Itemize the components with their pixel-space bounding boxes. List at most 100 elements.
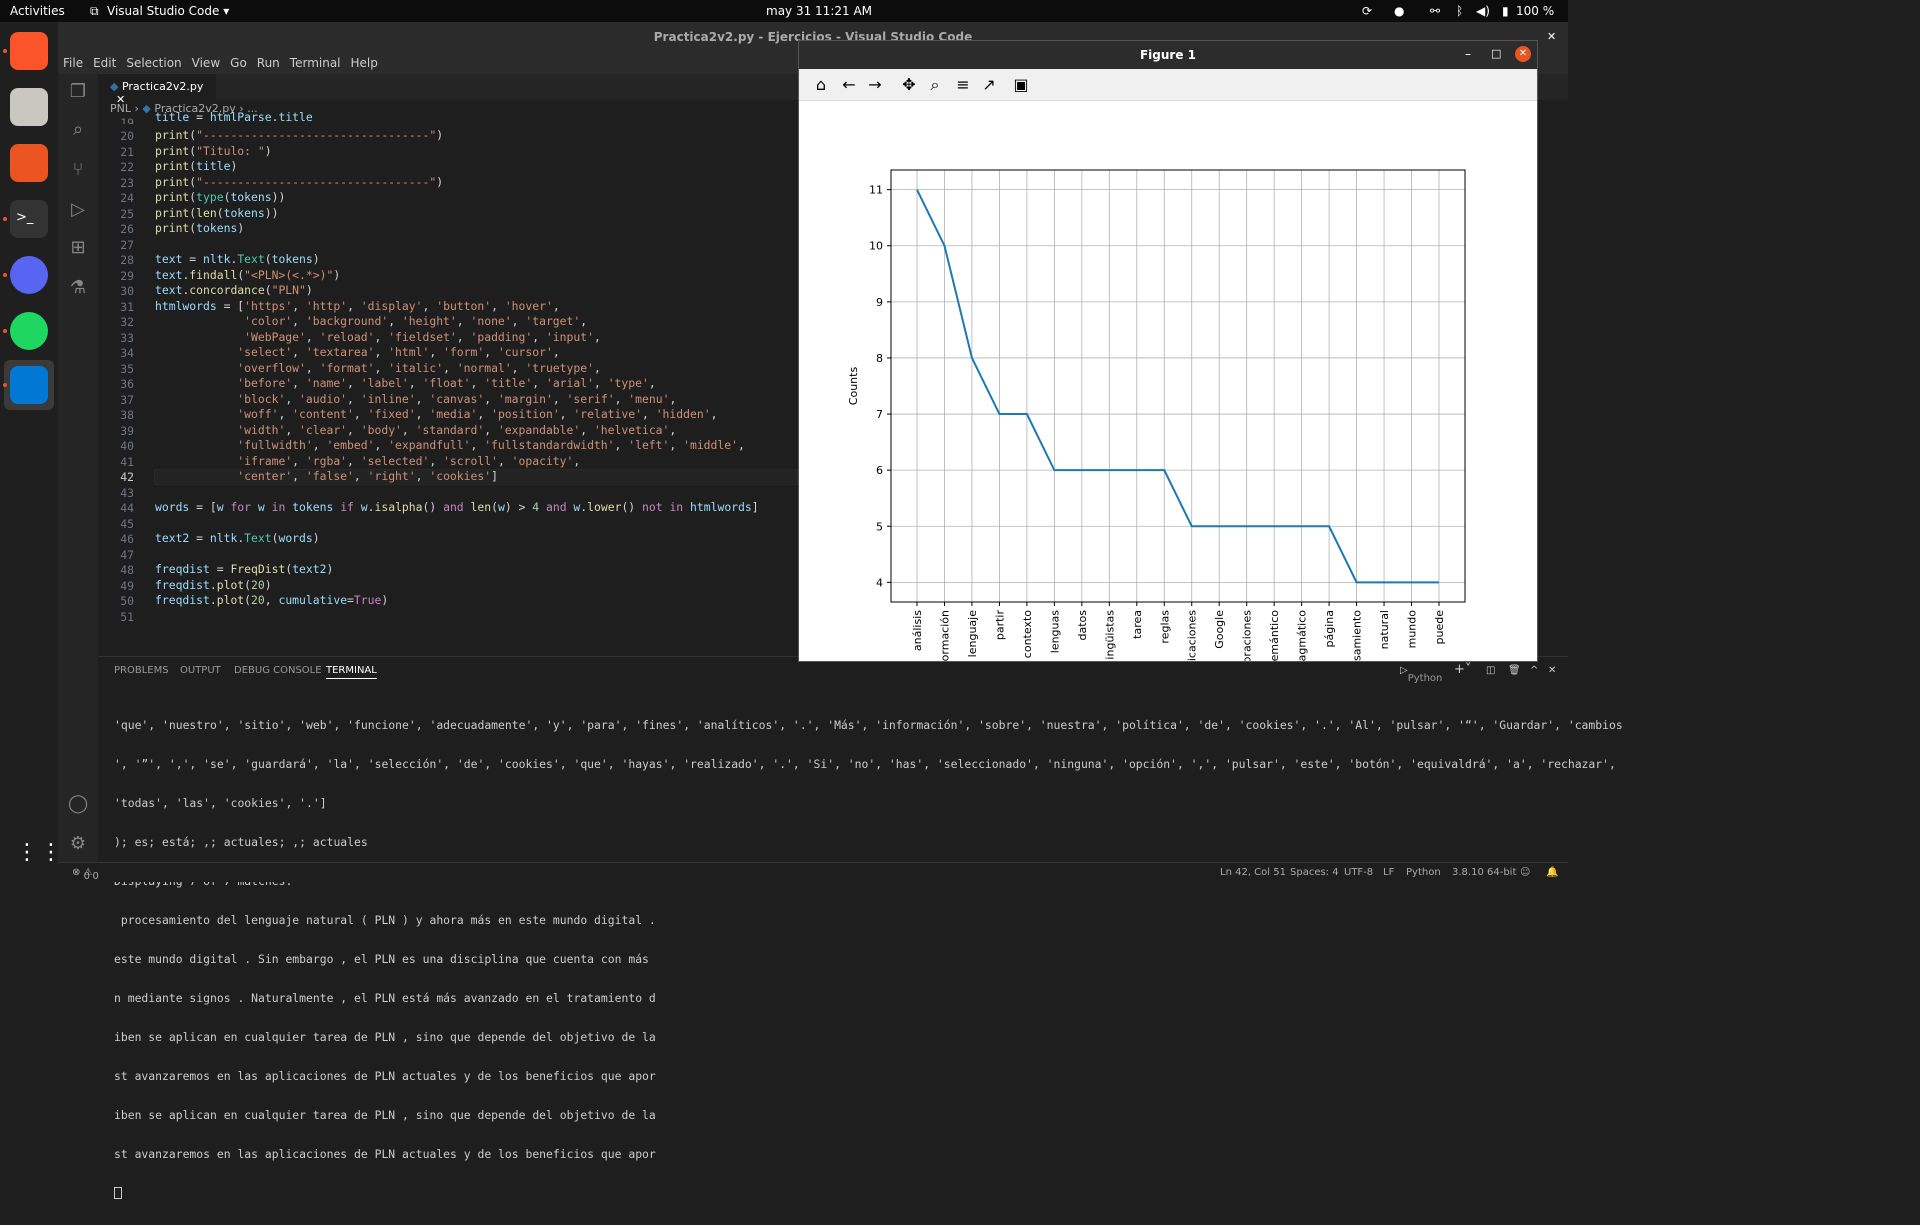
zoom-icon[interactable]: ⌕ [925, 75, 945, 95]
activities-button[interactable]: Activities [10, 4, 65, 18]
configure-subplots-icon[interactable]: ≡ [953, 75, 973, 95]
close-panel-icon[interactable]: ✕ [1548, 665, 1556, 676]
app-menu[interactable]: Visual Studio Code ▾ [107, 4, 229, 18]
bottom-panel: PROBLEMS OUTPUT DEBUG CONSOLE TERMINAL ▷… [98, 656, 1623, 1199]
x-tick-label: reglas [1158, 610, 1171, 644]
encoding[interactable]: UTF-8 [1344, 867, 1373, 878]
breadcrumb-folder[interactable]: PNL [110, 102, 131, 115]
terminal-icon[interactable]: >_ [10, 200, 48, 238]
code-editor[interactable]: 19 title = htmlParse.title 20 print("---… [98, 110, 798, 654]
battery-icon[interactable]: ▮ [1502, 4, 1509, 18]
code-line: title = htmlParse.title [155, 110, 313, 124]
clock[interactable]: may 31 11:21 AM [766, 4, 872, 18]
code-line: 'fullwidth', 'embed', 'expandfull', 'ful… [237, 438, 745, 452]
terminal-line: 'todas', 'las', 'cookies', '.'] [114, 796, 327, 810]
menu-file[interactable]: File [58, 52, 88, 70]
line-number: 25 [120, 207, 134, 221]
menu-view[interactable]: View [187, 52, 225, 70]
extensions-icon[interactable]: ⊞ [68, 238, 88, 258]
indentation[interactable]: Spaces: 4 [1290, 867, 1339, 878]
discord-icon[interactable] [10, 256, 48, 294]
code-line: htmlwords = ['https', 'http', 'display',… [155, 299, 560, 313]
terminal-line: n mediante signos . Naturalmente , el PL… [114, 991, 656, 1005]
split-terminal-icon[interactable]: ◫ [1486, 665, 1495, 676]
network-icon[interactable]: ⚯ [1430, 4, 1440, 18]
settings-gear-icon[interactable]: ⚙ [68, 834, 88, 854]
tab-practica2v2[interactable]: ◆ Practica2v2.py ✕ [98, 74, 216, 106]
search-icon[interactable]: ⌕ [68, 120, 88, 140]
line-number: 45 [120, 517, 134, 531]
save-icon[interactable]: ▣ [1011, 75, 1031, 95]
terminal-line: st avanzaremos en las aplicaciones de PL… [114, 1147, 656, 1161]
spotify-icon[interactable] [10, 312, 48, 350]
running-indicator [3, 273, 7, 277]
code-line: text = nltk.Text(tokens) [155, 252, 320, 266]
x-tick-label: oraciones [1241, 610, 1254, 661]
app-center-icon[interactable] [10, 144, 48, 182]
menu-terminal[interactable]: Terminal [285, 52, 346, 70]
error-count: 0 [83, 871, 90, 882]
maximize-panel-icon[interactable]: ^ [1530, 665, 1538, 676]
x-tick-label: datos [1076, 610, 1089, 641]
discord-tray-icon[interactable]: ● [1394, 4, 1404, 18]
terminal-line: iben se aplican en cualquier tarea de PL… [114, 1030, 656, 1044]
menu-edit[interactable]: Edit [88, 52, 121, 70]
source-control-icon[interactable]: ⑂ [68, 160, 88, 180]
run-debug-icon[interactable]: ▷ [68, 200, 88, 220]
explorer-icon[interactable]: ❐ [68, 82, 88, 102]
activity-bar: ❐ ⌕ ⑂ ▷ ⊞ ⚗ ◯ ⚙ [58, 74, 98, 862]
close-figure-icon[interactable]: ✕ [1515, 46, 1531, 62]
files-icon[interactable] [10, 88, 48, 126]
status-bar: ⊗ 0 ⚠ 0 Ln 42, Col 51 Spaces: 4 UTF-8 LF… [58, 862, 1568, 882]
menu-go[interactable]: Go [225, 52, 252, 70]
menu-selection[interactable]: Selection [121, 52, 186, 70]
bluetooth-icon[interactable]: ᛒ [1456, 4, 1463, 18]
y-tick-label: 6 [876, 464, 883, 477]
line-ending[interactable]: LF [1383, 867, 1394, 878]
frequency-plot[interactable]: 4 5 6 7 8 9 10 11 análisis ormación lenguaje parti… [799, 101, 1537, 661]
testing-icon[interactable]: ⚗ [68, 278, 88, 298]
python-interpreter[interactable]: 3.8.10 64-bit [1452, 867, 1516, 878]
vscode-icon[interactable] [10, 366, 48, 404]
language-mode[interactable]: Python [1406, 867, 1441, 878]
code-line: print(len(tokens)) [155, 206, 279, 220]
problems-status[interactable]: ⊗ 0 ⚠ 0 [72, 867, 99, 882]
terminal-shell-label[interactable]: ▷ Python [1400, 665, 1442, 684]
series-line [916, 189, 1439, 584]
x-tick-label: Google [1213, 610, 1226, 649]
back-arrow-icon[interactable]: ← [839, 75, 859, 95]
new-terminal-icon[interactable]: +˅ [1454, 662, 1471, 677]
line-number: 51 [120, 610, 134, 624]
code-line: 'color', 'background', 'height', 'none',… [244, 314, 588, 328]
notifications-icon[interactable]: 🔔 [1546, 867, 1558, 878]
home-icon[interactable]: ⌂ [811, 75, 831, 95]
terminal-output[interactable]: 'que', 'nuestro', 'sitio', 'web', 'funci… [114, 693, 1623, 1225]
dock: >_ ⋮⋮⋮ [0, 22, 86, 882]
trash-icon[interactable]: 🗑 [1508, 665, 1521, 676]
x-tick-label: lenguas [1048, 610, 1061, 653]
menu-help[interactable]: Help [346, 52, 383, 70]
maximize-icon[interactable]: □ [1491, 47, 1501, 60]
tab-problems[interactable]: PROBLEMS [114, 665, 169, 676]
tab-debug-console[interactable]: DEBUG CONSOLE [234, 665, 322, 676]
tab-output[interactable]: OUTPUT [180, 665, 221, 676]
edit-axis-icon[interactable]: ↗ [979, 75, 999, 95]
sync-icon[interactable]: ⟳ [1362, 4, 1372, 18]
accounts-icon[interactable]: ◯ [68, 794, 88, 814]
feedback-icon[interactable]: ☺ [1520, 867, 1530, 878]
line-number: 49 [120, 579, 134, 593]
code-line: print("---------------------------------… [155, 128, 444, 142]
line-number: 22 [120, 160, 134, 174]
line-number: 20 [120, 129, 134, 143]
pan-icon[interactable]: ✥ [899, 75, 919, 95]
brave-browser-icon[interactable] [10, 32, 48, 70]
line-number: 47 [120, 548, 134, 562]
volume-icon[interactable]: ◀) [1476, 4, 1490, 18]
close-window-icon[interactable]: ✕ [1547, 30, 1556, 43]
minimize-icon[interactable]: – [1465, 47, 1471, 61]
line-number: 30 [120, 284, 134, 298]
forward-arrow-icon[interactable]: → [865, 75, 885, 95]
tab-terminal[interactable]: TERMINAL [326, 665, 377, 679]
menu-run[interactable]: Run [252, 52, 285, 70]
cursor-position[interactable]: Ln 42, Col 51 [1220, 867, 1286, 878]
